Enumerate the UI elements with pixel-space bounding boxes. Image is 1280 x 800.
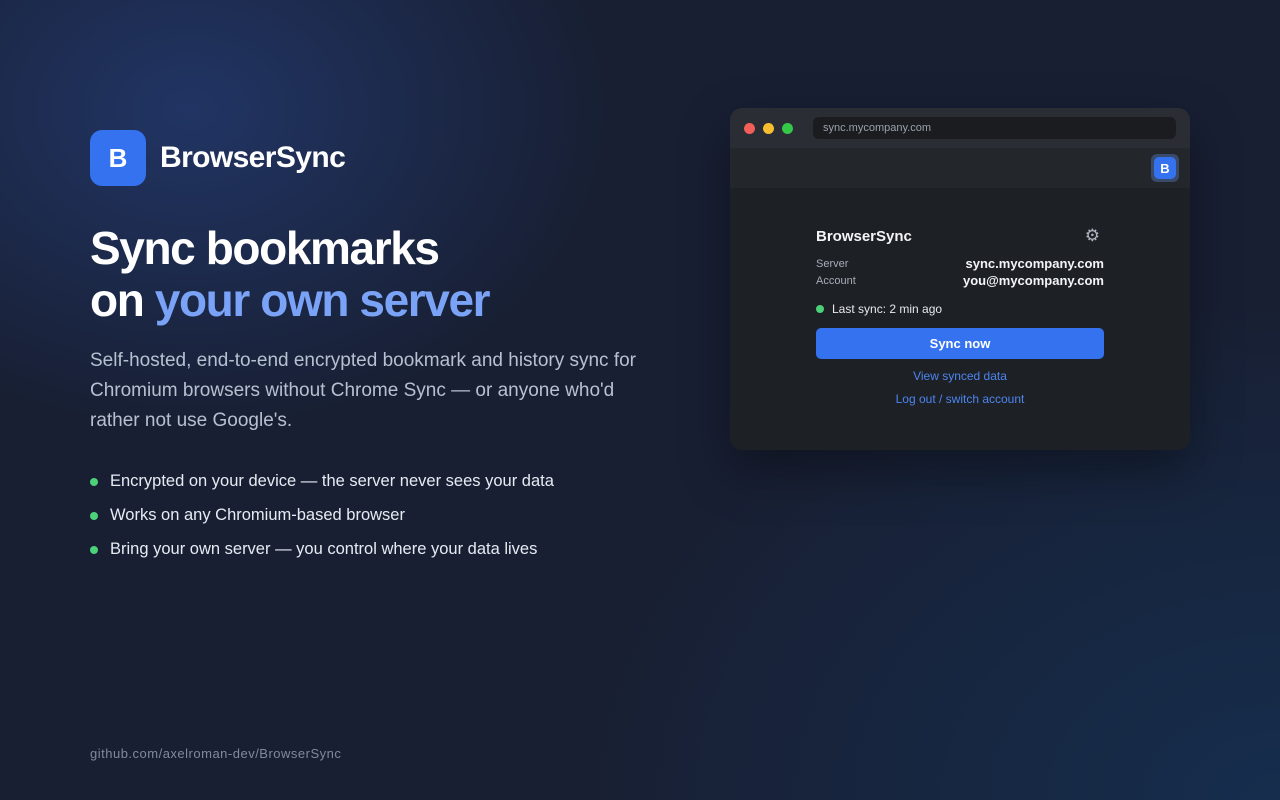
view-synced-data-link[interactable]: View synced data	[816, 369, 1104, 383]
headline-accent: your own server	[154, 274, 491, 326]
popup-header: BrowserSync ⚙	[816, 226, 1104, 246]
server-label: Server	[816, 257, 849, 270]
logout-link[interactable]: Log out / switch account	[816, 392, 1104, 406]
extension-popup: BrowserSync ⚙ Server sync.mycompany.com …	[816, 226, 1104, 406]
bullet-dot-icon	[90, 512, 98, 520]
brand-logo: B	[90, 130, 146, 186]
feature-item: Encrypted on your device — the server ne…	[90, 464, 670, 498]
feature-list: Encrypted on your device — the server ne…	[90, 464, 670, 566]
bullet-dot-icon	[90, 478, 98, 486]
repo-url: github.com/axelroman-dev/BrowserSync	[90, 746, 342, 761]
server-row: Server sync.mycompany.com	[816, 255, 1104, 272]
connection-info: Server sync.mycompany.com Account you@my…	[816, 255, 1104, 289]
bullet-dot-icon	[90, 546, 98, 554]
feature-text: Bring your own server — you control wher…	[110, 539, 538, 558]
account-label: Account	[816, 274, 856, 287]
minimize-window-icon[interactable]	[763, 122, 774, 134]
headline-line2-prefix: on	[90, 274, 155, 326]
popup-title: BrowserSync	[816, 227, 912, 245]
feature-item: Bring your own server — you control wher…	[90, 532, 670, 566]
address-bar[interactable]: sync.mycompany.com	[813, 117, 1176, 139]
account-row: Account you@mycompany.com	[816, 272, 1104, 289]
feature-text: Works on any Chromium-based browser	[110, 505, 405, 524]
feature-text: Encrypted on your device — the server ne…	[110, 471, 554, 490]
browser-mockup: sync.mycompany.com B BrowserSync ⚙ Serve…	[730, 108, 1190, 450]
sync-status: Last sync: 2 min ago	[816, 299, 1104, 319]
account-value: you@mycompany.com	[962, 273, 1104, 288]
headline-line1: Sync bookmarks	[90, 222, 440, 274]
brand: B BrowserSync	[90, 130, 670, 186]
brand-name: BrowserSync	[160, 141, 346, 174]
browser-titlebar: sync.mycompany.com	[730, 108, 1190, 148]
server-value: sync.mycompany.com	[965, 256, 1104, 271]
extension-logo-icon: B	[1154, 157, 1176, 179]
sync-now-button[interactable]: Sync now	[816, 328, 1104, 359]
maximize-window-icon[interactable]	[782, 122, 793, 134]
close-window-icon[interactable]	[744, 122, 755, 134]
headline: Sync bookmarks on your own server	[90, 222, 670, 326]
feature-item: Works on any Chromium-based browser	[90, 498, 670, 532]
description: Self-hosted, end-to-end encrypted bookma…	[90, 350, 637, 431]
status-dot-icon	[816, 305, 824, 313]
browser-toolbar: B	[730, 148, 1190, 188]
gear-icon[interactable]: ⚙	[1085, 226, 1100, 246]
status-text: Last sync: 2 min ago	[832, 302, 943, 316]
hero-section: B BrowserSync Sync bookmarks on your own…	[90, 130, 670, 566]
extension-button[interactable]: B	[1151, 154, 1179, 182]
